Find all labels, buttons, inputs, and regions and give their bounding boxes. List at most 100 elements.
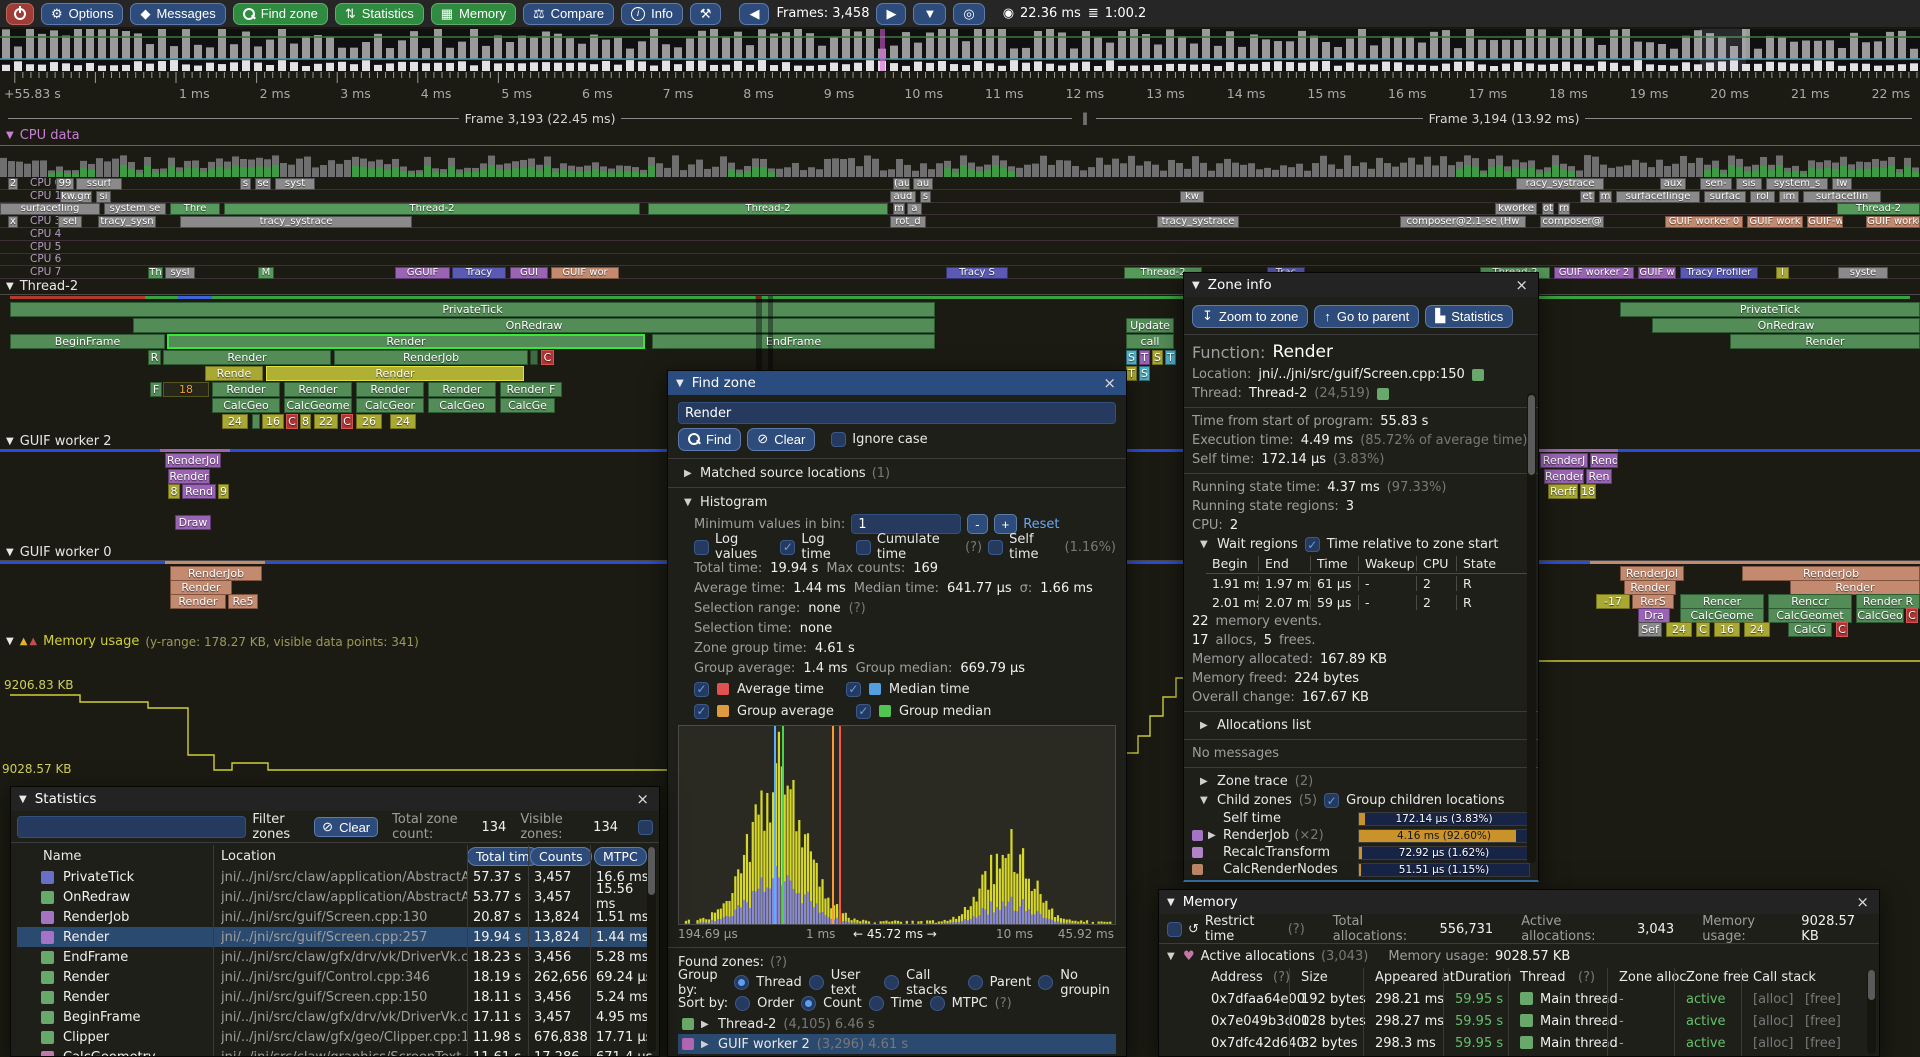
- zone[interactable]: 24: [1744, 622, 1770, 637]
- zone[interactable]: EndFrame: [652, 334, 935, 349]
- zone[interactable]: 16: [262, 414, 284, 429]
- zone[interactable]: Rend: [1590, 453, 1618, 468]
- zone[interactable]: s: [240, 178, 251, 190]
- zone[interactable]: aux: [1660, 178, 1686, 190]
- zone[interactable]: Tracy: [452, 267, 506, 279]
- legend-checkbox-group-median[interactable]: ✓: [856, 704, 871, 719]
- zone[interactable]: 22: [314, 414, 338, 429]
- group-by-radio-parent[interactable]: [968, 975, 983, 990]
- col-mtpc-button[interactable]: MTPC: [594, 847, 647, 866]
- memory-window-titlebar[interactable]: ▼Memory×: [1159, 890, 1879, 914]
- zone[interactable]: CalcGeome: [284, 398, 352, 413]
- zone[interactable]: im: [1779, 191, 1799, 203]
- zone[interactable]: Render R: [1856, 594, 1920, 609]
- statistics-row[interactable]: Renderjni/../jni/src/guif/Control.cpp:34…: [17, 967, 653, 987]
- zone[interactable]: system se: [104, 203, 166, 215]
- zone[interactable]: Render: [1790, 580, 1920, 595]
- zone[interactable]: CalcG: [1788, 622, 1832, 637]
- go-to-parent-button[interactable]: ↑Go to parent: [1314, 305, 1419, 328]
- next-frame-button[interactable]: ▶: [876, 3, 906, 25]
- zone[interactable]: Rende: [205, 366, 263, 381]
- active-allocations-header[interactable]: ▼♥Active allocations(3,043)Memory usage:…: [1167, 946, 1871, 966]
- zone[interactable]: Thread-2: [648, 203, 888, 215]
- zone[interactable]: tracy_systrace: [180, 216, 412, 228]
- child-zone-row[interactable]: RecalcTransform72.92 µs (1.62%): [1192, 844, 1530, 861]
- sort-by-radio-mtpc[interactable]: [930, 996, 945, 1011]
- zone[interactable]: RenderJob: [170, 566, 262, 581]
- close-icon[interactable]: ×: [634, 790, 651, 808]
- messages-button[interactable]: ◆Messages: [130, 3, 225, 25]
- zone[interactable]: S: [1139, 366, 1150, 381]
- frame-label-left[interactable]: Frame 3,193 (22.45 ms): [8, 110, 1072, 126]
- zone[interactable]: -17: [1596, 594, 1630, 609]
- zone[interactable]: call: [1126, 334, 1174, 349]
- zone[interactable]: GUIF wor: [551, 267, 619, 279]
- statistics-row[interactable]: Clipperjni/../jni/src/claw/gfx/geo/Clipp…: [17, 1027, 653, 1047]
- zone[interactable]: surfaceflin: [1803, 191, 1881, 203]
- zone[interactable]: Draw: [175, 515, 211, 530]
- zone[interactable]: RenderJol: [165, 453, 221, 468]
- zone[interactable]: 18: [163, 382, 209, 397]
- zone[interactable]: GUI: [510, 267, 548, 279]
- bin-plus-button[interactable]: +: [994, 514, 1018, 534]
- zone[interactable]: (au: [893, 178, 910, 190]
- zone[interactable]: sen-: [1700, 178, 1732, 190]
- memory-allocation-row[interactable]: 0x7dfc42d64032 bytes298.3 ms59.95 sMain …: [1167, 1032, 1871, 1054]
- wait-region-row[interactable]: 2.01 ms2.07 ms59 µs-2R: [1206, 593, 1530, 612]
- memory-button[interactable]: ▦Memory: [431, 3, 516, 25]
- time-relative-checkbox[interactable]: ✓: [1305, 537, 1320, 552]
- zone[interactable]: tracy_systrace: [1157, 216, 1239, 228]
- clear-filter-button[interactable]: ⊘Clear: [314, 817, 378, 837]
- zone[interactable]: CalcGeo: [1856, 608, 1904, 623]
- zone[interactable]: Rencer: [1680, 594, 1764, 609]
- alloc-callstack-free[interactable]: [free]: [1805, 1036, 1841, 1051]
- zone[interactable]: T: [1139, 350, 1150, 365]
- zone[interactable]: 18: [1580, 484, 1596, 499]
- statistics-row[interactable]: Renderjni/../jni/src/guif/Screen.cpp:257…: [17, 927, 653, 947]
- zone[interactable]: GUIF worker 2: [1554, 267, 1634, 279]
- zone[interactable]: sis: [1736, 178, 1762, 190]
- zone[interactable]: 24: [222, 414, 248, 429]
- zone[interactable]: sel: [58, 216, 82, 228]
- sort-by-radio-time[interactable]: [869, 996, 884, 1011]
- option-checkbox-log-values[interactable]: [694, 540, 709, 555]
- zone[interactable]: Render: [168, 469, 210, 484]
- zone[interactable]: GUIF-w: [1807, 216, 1843, 228]
- bin-minus-button[interactable]: -: [967, 514, 987, 534]
- zone[interactable]: si: [96, 191, 111, 203]
- zone[interactable]: surfac: [1704, 191, 1746, 203]
- zone[interactable]: syste: [1838, 267, 1888, 279]
- zone[interactable]: CalcGeor: [356, 398, 424, 413]
- zone[interactable]: S: [1152, 350, 1163, 365]
- memory-usage-header[interactable]: ▼▲▲Memory usage(y-range: 178.27 KB, visi…: [6, 634, 419, 649]
- child-zones-row[interactable]: ▼Child zones(5)✓Group children locations: [1192, 791, 1530, 810]
- zone[interactable]: system_s: [1766, 178, 1828, 190]
- matched-source-locations[interactable]: ▶Matched source locations(1): [678, 463, 1116, 483]
- statistics-window-titlebar[interactable]: ▼Statistics×: [11, 787, 659, 811]
- statistics-button[interactable]: ▙Statistics: [1425, 305, 1513, 328]
- found-zone-group-row[interactable]: ▶GUIF worker 2(3,296) 4.61 s: [678, 1034, 1116, 1054]
- zone[interactable]: Render: [170, 594, 226, 609]
- zone[interactable]: CalcGeomet: [1768, 608, 1852, 623]
- cpu-data-header[interactable]: ▼CPU data: [6, 128, 80, 143]
- options-button[interactable]: ⚙Options: [41, 3, 123, 25]
- zone[interactable]: CalcGe: [500, 398, 555, 413]
- zone[interactable]: rot_d: [890, 216, 926, 228]
- thread-section-thread2[interactable]: ▼Thread-2: [6, 279, 78, 294]
- find-zone-histogram[interactable]: [678, 725, 1116, 925]
- close-icon[interactable]: ×: [1101, 374, 1118, 392]
- clear-button[interactable]: ⊘Clear: [747, 428, 815, 451]
- zone[interactable]: 16: [1714, 622, 1740, 637]
- zone[interactable]: GGUIF: [395, 267, 450, 279]
- zone[interactable]: 8: [300, 414, 311, 429]
- zone[interactable]: RenderJob: [1742, 566, 1920, 581]
- zone[interactable]: RenderJ: [1540, 453, 1588, 468]
- zone[interactable]: [252, 414, 260, 429]
- zone[interactable]: Render: [163, 350, 331, 365]
- zone[interactable]: 9: [218, 484, 229, 499]
- option-checkbox-self-time[interactable]: [988, 540, 1003, 555]
- statistics-row[interactable]: OnRedrawjni/../jni/src/claw/application/…: [17, 887, 653, 907]
- group-by-radio-user-text[interactable]: [809, 975, 824, 990]
- zone[interactable]: Re5: [228, 594, 258, 609]
- group-by-radio-thread[interactable]: [734, 975, 749, 990]
